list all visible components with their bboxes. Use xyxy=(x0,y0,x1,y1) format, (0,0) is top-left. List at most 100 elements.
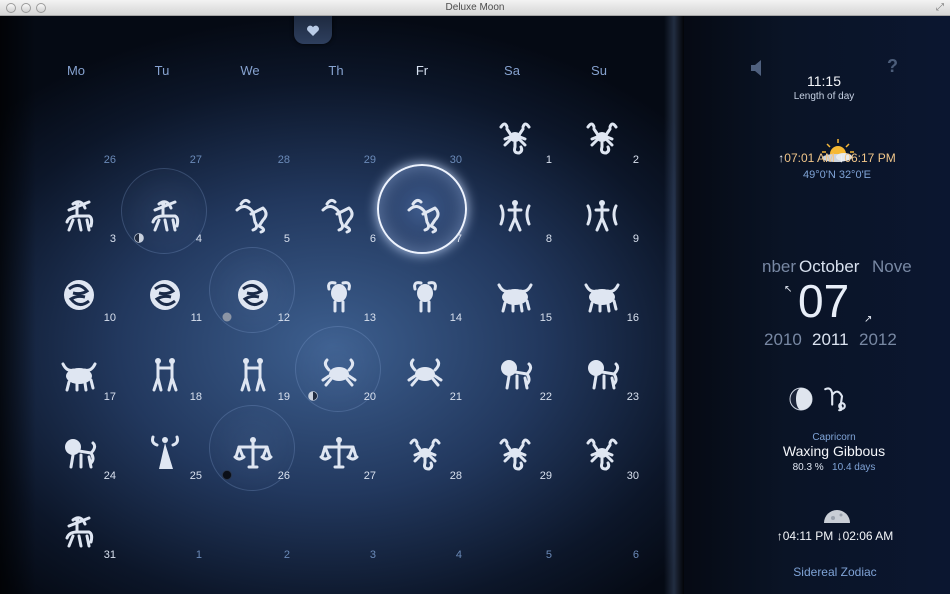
calendar-day[interactable]: 23 xyxy=(556,328,642,407)
day-number: 23 xyxy=(626,391,639,403)
pisces-sign-icon xyxy=(150,280,180,310)
day-spin-arrow-icon: ↖ xyxy=(784,284,793,295)
calendar-day[interactable]: 5 xyxy=(469,486,555,565)
weekday-label: Th xyxy=(328,63,344,78)
calendar-day[interactable]: 6 xyxy=(293,170,379,249)
scorpio-sign-icon xyxy=(586,438,618,471)
day-number: 8 xyxy=(545,233,552,245)
day-current[interactable]: 07 xyxy=(798,274,849,328)
calendar-day[interactable]: 16 xyxy=(556,249,642,328)
zodiac-mode-toggle[interactable]: Sidereal Zodiac xyxy=(762,565,908,579)
weekday-label: Mo xyxy=(66,63,86,78)
day-number: 14 xyxy=(449,312,462,324)
calendar-day[interactable]: 30 xyxy=(379,91,465,170)
calendar-day[interactable]: 17 xyxy=(33,328,119,407)
moon-phase-icon xyxy=(789,387,813,411)
year-prev[interactable]: 2010 xyxy=(764,330,802,350)
aries-sign-icon xyxy=(413,281,437,313)
calendar-day[interactable]: 8 xyxy=(469,170,555,249)
calendar-day[interactable]: 28 xyxy=(379,407,465,486)
calendar-day[interactable]: 29 xyxy=(469,407,555,486)
calendar-day[interactable]: 28 xyxy=(207,91,293,170)
day-number: 27 xyxy=(363,470,376,482)
location-coordinates: 49°0'N 32°0'E xyxy=(802,169,872,181)
day-length-label: Length of day xyxy=(793,91,855,102)
calendar-day[interactable]: 24 xyxy=(33,407,119,486)
calendar-day[interactable]: 22 xyxy=(469,328,555,407)
calendar-day[interactable]: 5 xyxy=(207,170,293,249)
year-next[interactable]: 2012 xyxy=(859,330,897,350)
day-number: 9 xyxy=(632,233,639,245)
heart-icon xyxy=(307,25,319,36)
libra-sign-icon xyxy=(319,437,359,469)
day-number: 17 xyxy=(103,391,116,403)
weekday-label: Fr xyxy=(415,63,429,78)
calendar-day[interactable]: 20 xyxy=(293,326,381,412)
calendar-day[interactable]: 26 xyxy=(207,405,295,491)
day-number: 18 xyxy=(189,391,202,403)
day-number: 31 xyxy=(103,549,116,561)
calendar-day[interactable]: 21 xyxy=(379,328,465,407)
capricorn-sign-icon xyxy=(407,198,440,234)
day-number: 25 xyxy=(189,470,202,482)
calendar-day[interactable]: 4 xyxy=(119,168,207,254)
calendar-day[interactable]: 2 xyxy=(556,91,642,170)
calendar-day[interactable]: 11 xyxy=(119,249,205,328)
year-picker[interactable]: 2010 2011 2012 xyxy=(762,330,912,352)
calendar-day[interactable]: 29 xyxy=(293,91,379,170)
calendar-day[interactable]: 3 xyxy=(293,486,379,565)
weekday-label: We xyxy=(240,63,260,78)
calendar-day[interactable]: 4 xyxy=(379,486,465,565)
favorite-button[interactable] xyxy=(294,16,332,44)
day-number: 24 xyxy=(103,470,116,482)
day-number: 30 xyxy=(626,470,639,482)
year-current[interactable]: 2011 xyxy=(812,330,849,350)
calendar-day[interactable]: 9 xyxy=(556,170,642,249)
calendar-day[interactable]: 25 xyxy=(119,407,205,486)
taurus-sign-icon xyxy=(497,283,533,313)
day-number: 30 xyxy=(449,154,462,166)
calendar-day[interactable]: 27 xyxy=(119,91,205,170)
calendar-day[interactable]: 19 xyxy=(207,328,293,407)
taurus-sign-icon xyxy=(61,362,97,392)
day-number: 28 xyxy=(449,470,462,482)
day-length-value: 11:15 xyxy=(807,73,841,89)
weekday-label: Sa xyxy=(504,63,520,78)
day-number: 19 xyxy=(277,391,290,403)
day-number: 6 xyxy=(369,233,376,245)
capricorn-sign-icon xyxy=(824,387,846,412)
calendar-day[interactable]: 3 xyxy=(33,170,119,249)
calendar-day[interactable]: 2 xyxy=(207,486,293,565)
aries-sign-icon xyxy=(327,281,351,313)
calendar-day[interactable]: 6 xyxy=(556,486,642,565)
calendar-day[interactable]: 30 xyxy=(556,407,642,486)
calendar-day[interactable]: 14 xyxy=(379,249,465,328)
sunset-time: 06:17 PM xyxy=(844,151,896,165)
calendar-day[interactable]: 27 xyxy=(293,407,379,486)
calendar-day[interactable]: 31 xyxy=(33,486,119,565)
day-number: 26 xyxy=(103,154,116,166)
weekday-label: Su xyxy=(591,63,607,78)
calendar-day[interactable]: 10 xyxy=(33,249,119,328)
day-number: 12 xyxy=(277,312,290,324)
calendar-day[interactable]: 1 xyxy=(119,486,205,565)
aquarius-sign-icon xyxy=(586,200,618,232)
calendar-day[interactable]: 13 xyxy=(293,249,379,328)
day-number: 5 xyxy=(545,549,552,561)
calendar-day-today[interactable]: 7 xyxy=(377,164,467,254)
day-number: 7 xyxy=(455,233,462,245)
sun-times: ↑07:01 AM ↓06:17 PM xyxy=(762,151,912,165)
aquarius-sign-icon xyxy=(499,200,531,232)
calendar-day[interactable]: 18 xyxy=(119,328,205,407)
calendar-day[interactable]: 12 xyxy=(207,247,295,333)
fullscreen-icon[interactable]: ⤢ xyxy=(936,2,944,13)
calendar-day[interactable]: 26 xyxy=(33,91,119,170)
weekday-label: Tu xyxy=(154,63,170,78)
calendar-day[interactable]: 15 xyxy=(469,249,555,328)
pisces-sign-icon xyxy=(64,280,94,310)
calendar-day[interactable]: 1 xyxy=(469,91,555,170)
day-picker[interactable]: 07 ↖ ↗ xyxy=(784,274,880,328)
sagittarius-sign-icon xyxy=(65,516,94,548)
help-button[interactable]: ? xyxy=(887,56,898,77)
cancer-sign-icon xyxy=(321,358,357,387)
